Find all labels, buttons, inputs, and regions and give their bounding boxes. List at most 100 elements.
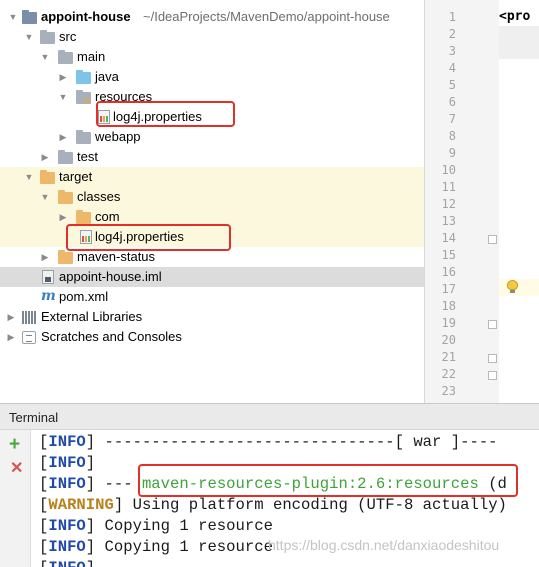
- tree-item-target[interactable]: ▼ target: [0, 167, 424, 187]
- highlight-box-src-log4j: [96, 101, 235, 127]
- fold-marker-icon[interactable]: [488, 320, 497, 329]
- folder-icon: [76, 130, 91, 144]
- line-number: 12: [441, 197, 456, 211]
- fold-marker-icon[interactable]: [488, 235, 497, 244]
- chevron-right-icon[interactable]: ▶: [58, 132, 68, 142]
- excluded-folder-icon: [40, 170, 55, 184]
- libraries-icon: [22, 311, 36, 324]
- chevron-down-icon[interactable]: ▼: [24, 32, 34, 42]
- tree-item-label: main: [77, 49, 106, 64]
- line-number: 18: [441, 299, 456, 313]
- terminal-line: [INFO] -------------------------------[ …: [39, 433, 498, 451]
- terminal-line: [INFO] Copying 1 resource: [39, 538, 273, 556]
- chevron-right-icon[interactable]: ▶: [58, 212, 68, 222]
- folder-icon: [40, 30, 55, 44]
- chevron-right-icon[interactable]: ▶: [40, 252, 50, 262]
- terminal-header: Terminal: [0, 403, 539, 430]
- maven-file-icon: m: [41, 288, 56, 304]
- line-number: 8: [448, 129, 456, 143]
- folder-icon: [76, 210, 91, 224]
- terminal-line: [INFO]: [39, 558, 95, 567]
- tree-item-classes[interactable]: ▼ classes: [0, 187, 424, 207]
- tree-item-webapp[interactable]: ▶ webapp: [0, 127, 424, 147]
- scratches-icon: [22, 331, 36, 344]
- highlight-box-plugin: [138, 464, 518, 497]
- line-number: 7: [448, 112, 456, 126]
- tree-item-label: pom.xml: [59, 289, 109, 304]
- line-number: 11: [441, 180, 456, 194]
- module-file-icon: [42, 270, 54, 284]
- line-number: 15: [441, 248, 456, 262]
- line-number: 16: [441, 265, 456, 279]
- chevron-right-icon[interactable]: ▶: [6, 332, 16, 342]
- chevron-right-icon[interactable]: ▶: [6, 312, 16, 322]
- tree-item-test[interactable]: ▶ test: [0, 147, 424, 167]
- line-number: 13: [441, 214, 456, 228]
- chevron-down-icon[interactable]: ▼: [40, 192, 50, 202]
- lightbulb-icon[interactable]: [507, 280, 518, 294]
- tree-item-label: External Libraries: [41, 309, 143, 324]
- chevron-right-icon[interactable]: ▶: [58, 72, 68, 82]
- line-number: 20: [441, 333, 456, 347]
- editor-shade: [499, 26, 539, 59]
- caret-line-highlight: [499, 279, 539, 296]
- terminal-line: [INFO] Copying 1 resource: [39, 517, 273, 535]
- tree-item-src[interactable]: ▼ src: [0, 27, 424, 47]
- line-number: 4: [448, 61, 456, 75]
- close-session-icon[interactable]: ✕: [10, 460, 23, 478]
- tree-item-label: appoint-house.iml: [59, 269, 162, 284]
- tree-item-label: target: [59, 169, 93, 184]
- tree-item-label: maven-status: [77, 249, 156, 264]
- tree-item-label: test: [77, 149, 98, 164]
- line-number: 23: [441, 384, 456, 398]
- line-number: 3: [448, 44, 456, 58]
- chevron-down-icon[interactable]: ▼: [58, 92, 68, 102]
- folder-icon: [58, 150, 73, 164]
- tree-root-appoint-house[interactable]: ▼ appoint-house ~/IdeaProjects/MavenDemo…: [0, 7, 424, 27]
- resources-folder-icon: [76, 90, 91, 104]
- line-number: 10: [441, 163, 456, 177]
- tree-item-pom[interactable]: m pom.xml: [0, 287, 424, 307]
- tree-item-label: Scratches and Consoles: [41, 329, 182, 344]
- tree-item-main[interactable]: ▼ main: [0, 47, 424, 67]
- folder-icon: [58, 250, 73, 264]
- tree-item-external-libraries[interactable]: ▶ External Libraries: [0, 307, 424, 327]
- line-number: 21: [441, 350, 456, 364]
- line-number: 1: [448, 10, 456, 24]
- module-folder-icon: [22, 10, 37, 24]
- line-number: 19: [441, 316, 456, 330]
- line-number: 6: [448, 95, 456, 109]
- line-number: 14: [441, 231, 456, 245]
- tree-item-label: src: [59, 29, 77, 44]
- tree-root-path: ~/IdeaProjects/MavenDemo/appoint-house: [143, 9, 390, 24]
- editor-area[interactable]: [499, 0, 539, 403]
- fold-marker-icon[interactable]: [488, 371, 497, 380]
- tree-item-java[interactable]: ▶ java: [0, 67, 424, 87]
- project-tool-window: ▼ appoint-house ~/IdeaProjects/MavenDemo…: [0, 0, 424, 403]
- source-folder-icon: [76, 70, 91, 84]
- line-number: 9: [448, 146, 456, 160]
- chevron-down-icon[interactable]: ▼: [40, 52, 50, 62]
- chevron-down-icon[interactable]: ▼: [24, 172, 34, 182]
- line-number: 22: [441, 367, 456, 381]
- folder-icon: [58, 50, 73, 64]
- code-line-1[interactable]: <pro: [499, 9, 530, 24]
- highlight-box-target-log4j: [66, 224, 231, 251]
- new-session-icon[interactable]: +: [9, 435, 20, 455]
- terminal-line: [WARNING] Using platform encoding (UTF-8…: [39, 496, 507, 514]
- tree-item-scratches[interactable]: ▶ Scratches and Consoles: [0, 327, 424, 347]
- tree-item-iml[interactable]: appoint-house.iml: [0, 267, 424, 287]
- chevron-right-icon[interactable]: ▶: [40, 152, 50, 162]
- terminal-line: [INFO]: [39, 454, 96, 472]
- terminal-title[interactable]: Terminal: [9, 410, 58, 425]
- chevron-down-icon[interactable]: ▼: [8, 12, 18, 22]
- tree-root-label: appoint-house: [41, 9, 131, 24]
- folder-icon: [58, 190, 73, 204]
- watermark: https://blog.csdn.net/danxiaodeshitou: [268, 537, 500, 553]
- tree-item-label: java: [95, 69, 119, 84]
- terminal-toolbar: + ✕: [0, 430, 31, 567]
- editor-gutter: 1 2 3 4 5 6 7 8 9 10 11 12 13 14 15 16 1…: [425, 0, 499, 403]
- line-number: 2: [448, 27, 456, 41]
- fold-marker-icon[interactable]: [488, 354, 497, 363]
- tree-item-label: webapp: [95, 129, 141, 144]
